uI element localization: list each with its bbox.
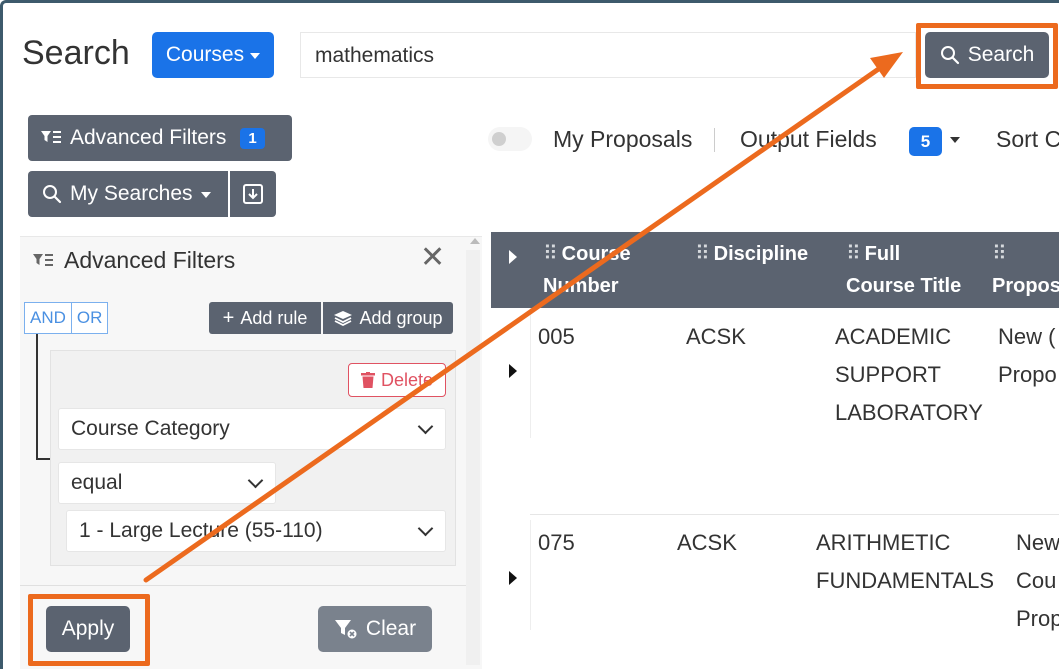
advanced-filters-button[interactable]: Advanced Filters 1 bbox=[28, 115, 292, 161]
my-searches-button[interactable]: My Searches bbox=[28, 171, 228, 217]
operator-select-value: equal bbox=[71, 471, 123, 494]
search-icon bbox=[43, 185, 62, 204]
field-select[interactable]: Course Category bbox=[58, 408, 446, 450]
expand-all-icon[interactable] bbox=[509, 250, 517, 264]
column-header-proposal[interactable]: ⠿ Propos bbox=[992, 238, 1059, 302]
caret-down-icon bbox=[250, 53, 261, 59]
trash-icon bbox=[360, 372, 375, 388]
chevron-down-icon bbox=[417, 418, 434, 434]
divider bbox=[714, 128, 715, 152]
cell-course-number: 005 bbox=[538, 324, 575, 349]
cell-course-number: 075 bbox=[538, 530, 575, 555]
field-select-value: Course Category bbox=[71, 417, 230, 440]
apply-button-highlight bbox=[28, 594, 150, 666]
results-table-header: ⠿ Course Number ⠿ Discipline ⠿ Full Course … bbox=[491, 232, 1059, 308]
clear-button[interactable]: Clear bbox=[318, 606, 432, 652]
add-group-button[interactable]: Add group bbox=[323, 302, 453, 334]
output-fields-count-badge: 5 bbox=[909, 127, 942, 156]
cell-discipline: ACSK bbox=[686, 324, 746, 349]
page-title: Search bbox=[22, 34, 130, 72]
clear-label: Clear bbox=[365, 617, 417, 640]
save-icon bbox=[243, 184, 263, 204]
close-icon[interactable]: ✕ bbox=[420, 243, 445, 273]
add-group-label: Add group bbox=[359, 307, 443, 328]
output-fields-button[interactable]: Output Fields bbox=[740, 126, 877, 153]
caret-down-icon bbox=[200, 192, 211, 198]
and-button[interactable]: AND bbox=[24, 302, 72, 334]
category-dropdown-button[interactable]: Courses bbox=[152, 32, 274, 78]
search-input[interactable]: mathematics bbox=[300, 32, 916, 78]
save-search-button[interactable] bbox=[230, 171, 276, 217]
delete-label: Delete bbox=[380, 369, 434, 390]
value-select[interactable]: 1 - Large Lecture (55-110) bbox=[66, 510, 446, 552]
panel-scrollbar[interactable] bbox=[466, 250, 480, 665]
add-rule-label: Add rule bbox=[240, 307, 308, 328]
or-button[interactable]: OR bbox=[71, 302, 109, 334]
column-header-discipline[interactable]: ⠿ Discipline bbox=[695, 238, 808, 270]
add-rule-button[interactable]: + Add rule bbox=[209, 302, 321, 334]
filter-list-icon bbox=[41, 131, 61, 143]
caret-down-icon[interactable] bbox=[950, 137, 960, 143]
expand-row-icon[interactable] bbox=[509, 571, 517, 585]
column-header-course-number[interactable]: ⠿ Course Number bbox=[543, 238, 631, 302]
scroll-up-arrow-icon[interactable] bbox=[470, 238, 480, 244]
cell-proposal: New Cou Prop bbox=[1016, 530, 1059, 631]
filter-list-icon bbox=[33, 253, 53, 266]
group-connector bbox=[36, 334, 50, 460]
panel-header: Advanced Filters bbox=[32, 247, 235, 274]
row-divider bbox=[530, 514, 1059, 515]
panel-footer-divider bbox=[20, 585, 466, 586]
plus-icon: + bbox=[222, 307, 235, 329]
clear-filter-icon bbox=[334, 620, 357, 639]
filter-count-badge: 1 bbox=[240, 127, 265, 149]
drag-handle-icon[interactable]: ⠿ bbox=[846, 243, 861, 265]
my-proposals-toggle[interactable] bbox=[488, 127, 532, 151]
value-select-value: 1 - Large Lecture (55-110) bbox=[79, 519, 323, 542]
delete-rule-button[interactable]: Delete bbox=[348, 363, 446, 397]
expand-row-icon[interactable] bbox=[509, 364, 517, 378]
cell-discipline: ACSK bbox=[677, 530, 737, 555]
row-divider bbox=[530, 308, 531, 438]
my-proposals-label: My Proposals bbox=[553, 126, 693, 152]
cell-course-title: ACADEMIC SUPPORT LABORATORY bbox=[835, 324, 983, 425]
category-label: Courses bbox=[165, 43, 245, 66]
drag-handle-icon[interactable]: ⠿ bbox=[992, 243, 1007, 265]
drag-handle-icon[interactable]: ⠿ bbox=[695, 243, 710, 265]
condition-toggle: AND OR bbox=[24, 302, 109, 334]
search-button-highlight bbox=[916, 23, 1058, 89]
advanced-filters-label: Advanced Filters bbox=[70, 126, 227, 149]
chevron-down-icon bbox=[247, 472, 264, 488]
column-header-full-course-title[interactable]: ⠿ Full Course Title bbox=[846, 238, 961, 302]
row-divider bbox=[530, 520, 531, 630]
panel-title: Advanced Filters bbox=[64, 247, 236, 273]
sort-button[interactable]: Sort C bbox=[996, 126, 1059, 153]
drag-handle-icon[interactable]: ⠿ bbox=[543, 243, 558, 265]
layers-icon bbox=[334, 311, 353, 326]
operator-select[interactable]: equal bbox=[58, 462, 276, 504]
chevron-down-icon bbox=[417, 520, 434, 536]
my-searches-label: My Searches bbox=[70, 182, 193, 205]
cell-course-title: ARITHMETIC FUNDAMENTALS bbox=[816, 530, 995, 593]
cell-proposal: New ( Propo bbox=[998, 324, 1057, 387]
